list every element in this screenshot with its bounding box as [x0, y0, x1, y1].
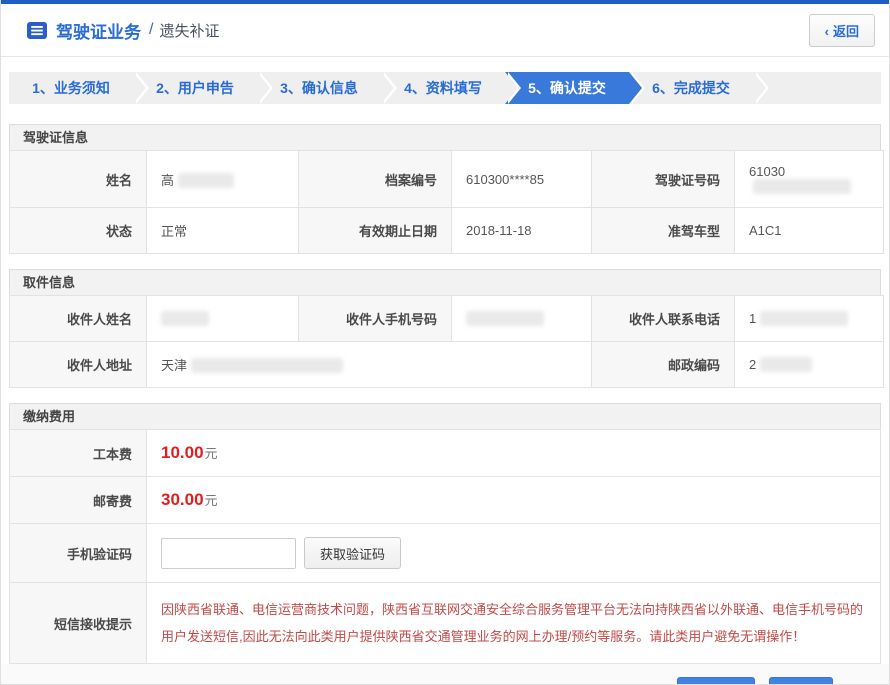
field-label: 短信接收提示	[10, 583, 147, 664]
fee-amount: 30.00	[161, 490, 204, 509]
field-value	[147, 296, 299, 342]
step-tab-3[interactable]: 3、确认信息	[257, 72, 381, 104]
field-label: 收件人手机号码	[299, 296, 452, 342]
table-row: 工本费10.00元	[10, 430, 881, 477]
redacted-value	[466, 311, 544, 326]
field-value: 高	[147, 151, 299, 208]
fee-unit: 元	[205, 493, 218, 508]
step-tab-5[interactable]: 5、确认提交	[505, 72, 629, 104]
back-button[interactable]: ‹ 返回	[809, 14, 875, 47]
fee-unit: 元	[205, 446, 218, 461]
table-row: 收件人姓名 收件人手机号码 收件人联系电话 1	[10, 296, 884, 342]
value-text: 2018-11-18	[466, 223, 532, 238]
sms-notice-text: 因陕西省联通、电信运营商技术问题，陕西省互联网交通安全综合服务管理平台无法向持陕…	[147, 583, 881, 664]
table-row: 状态正常 有效期止日期 2018-11-18 准驾车型 A1C1	[10, 208, 884, 254]
field-label: 邮寄费	[10, 477, 147, 524]
step-label: 6、完成提交	[652, 80, 730, 96]
redacted-value	[753, 179, 851, 194]
field-label: 邮政编码	[592, 342, 735, 388]
value-text: A1C1	[749, 223, 782, 238]
field-value: A1C1	[735, 208, 884, 254]
value-text: 高	[161, 173, 174, 188]
value-text: 天津	[161, 358, 187, 373]
step-tab-1[interactable]: 1、业务须知	[9, 72, 133, 104]
field-label: 有效期止日期	[299, 208, 452, 254]
section-title-license-info: 驾驶证信息	[9, 124, 881, 150]
table-row: 姓名高 档案编号 610300****85 驾驶证号码 61030	[10, 151, 884, 208]
section-license-info: 驾驶证信息姓名高 档案编号 610300****85 驾驶证号码 61030 状态正常 有效…	[9, 124, 881, 254]
value-text: 正常	[161, 224, 187, 239]
breadcrumb-separator: /	[149, 21, 153, 39]
field-label: 收件人姓名	[10, 296, 147, 342]
field-label: 驾驶证号码	[592, 151, 735, 208]
redacted-value	[191, 358, 343, 373]
step-tab-6[interactable]: 6、完成提交	[629, 72, 753, 104]
section-pickup-info: 取件信息收件人姓名 收件人手机号码 收件人联系电话 1 收件人地址天津 邮政编码 2	[9, 269, 881, 388]
step-tab-2[interactable]: 2、用户申告	[133, 72, 257, 104]
redacted-value	[760, 311, 848, 326]
step-label: 5、确认提交	[528, 80, 606, 96]
value-text: 610300****85	[466, 172, 544, 187]
field-value	[452, 296, 592, 342]
field-label: 收件人联系电话	[592, 296, 735, 342]
value-text: 61030	[749, 164, 785, 179]
redacted-value	[760, 357, 812, 372]
fee-value-cell: 10.00元	[147, 430, 881, 477]
redacted-value	[161, 311, 209, 326]
wizard-stepper: 1、业务须知 2、用户申告 3、确认信息 4、资料填写 5、确认提交 6、完成提交	[9, 72, 881, 104]
field-value: 2	[735, 342, 884, 388]
table-row: 手机验证码 获取验证码	[10, 524, 881, 583]
license-list-icon	[27, 22, 47, 39]
step-label: 4、资料填写	[404, 80, 482, 96]
finish-button[interactable]: 完成	[769, 677, 833, 685]
pickup-info-table: 收件人姓名 收件人手机号码 收件人联系电话 1 收件人地址天津 邮政编码 2	[9, 295, 884, 388]
value-text: 1	[749, 311, 756, 326]
section-title-payment: 缴纳费用	[9, 403, 881, 429]
field-label: 档案编号	[299, 151, 452, 208]
page-title: 驾驶证业务	[56, 18, 141, 43]
get-captcha-button[interactable]: 获取验证码	[304, 537, 401, 569]
payment-table: 工本费10.00元邮寄费30.00元手机验证码获取验证码短信接收提示因陕西省联通…	[9, 429, 881, 664]
section-payment: 缴纳费用工本费10.00元邮寄费30.00元手机验证码获取验证码短信接收提示因陕…	[9, 403, 881, 664]
field-label: 手机验证码	[10, 524, 147, 583]
breadcrumb-current: 遗失补证	[159, 20, 219, 41]
step-label: 3、确认信息	[280, 80, 358, 96]
step-label: 2、用户申告	[156, 80, 234, 96]
field-label: 姓名	[10, 151, 147, 208]
step-label: 1、业务须知	[32, 80, 110, 96]
table-row: 邮寄费30.00元	[10, 477, 881, 524]
field-value: 2018-11-18	[452, 208, 592, 254]
field-label: 收件人地址	[10, 342, 147, 388]
field-value: 天津	[147, 342, 592, 388]
step-tab-4[interactable]: 4、资料填写	[381, 72, 505, 104]
field-label: 状态	[10, 208, 147, 254]
field-value: 1	[735, 296, 884, 342]
captcha-cell: 获取验证码	[147, 524, 881, 583]
stepper-filler	[753, 72, 881, 104]
fee-value-cell: 30.00元	[147, 477, 881, 524]
section-title-pickup-info: 取件信息	[9, 269, 881, 295]
page: 驾驶证业务 / 遗失补证 ‹ 返回 1、业务须知 2、用户申告 3、确认信息 4、资料填…	[0, 0, 890, 685]
redacted-value	[178, 173, 234, 188]
field-value: 正常	[147, 208, 299, 254]
field-value: 610300****85	[452, 151, 592, 208]
table-row: 收件人地址天津 邮政编码 2	[10, 342, 884, 388]
field-value: 61030	[735, 151, 884, 208]
footer-bar: 上一步 完成	[1, 664, 889, 685]
value-text: 2	[749, 357, 756, 372]
previous-step-button[interactable]: 上一步	[677, 677, 755, 685]
table-row: 短信接收提示因陕西省联通、电信运营商技术问题，陕西省互联网交通安全综合服务管理平…	[10, 583, 881, 664]
chevron-left-icon: ‹	[825, 24, 829, 39]
license-info-table: 姓名高 档案编号 610300****85 驾驶证号码 61030 状态正常 有效期止日期 2…	[9, 150, 884, 254]
page-header: 驾驶证业务 / 遗失补证 ‹ 返回	[1, 4, 889, 57]
fee-amount: 10.00	[161, 443, 204, 462]
captcha-input[interactable]	[161, 538, 296, 569]
field-label: 准驾车型	[592, 208, 735, 254]
field-label: 工本费	[10, 430, 147, 477]
content-sections: 驾驶证信息姓名高 档案编号 610300****85 驾驶证号码 61030 状态正常 有效…	[9, 104, 881, 664]
back-button-label: 返回	[833, 24, 859, 39]
